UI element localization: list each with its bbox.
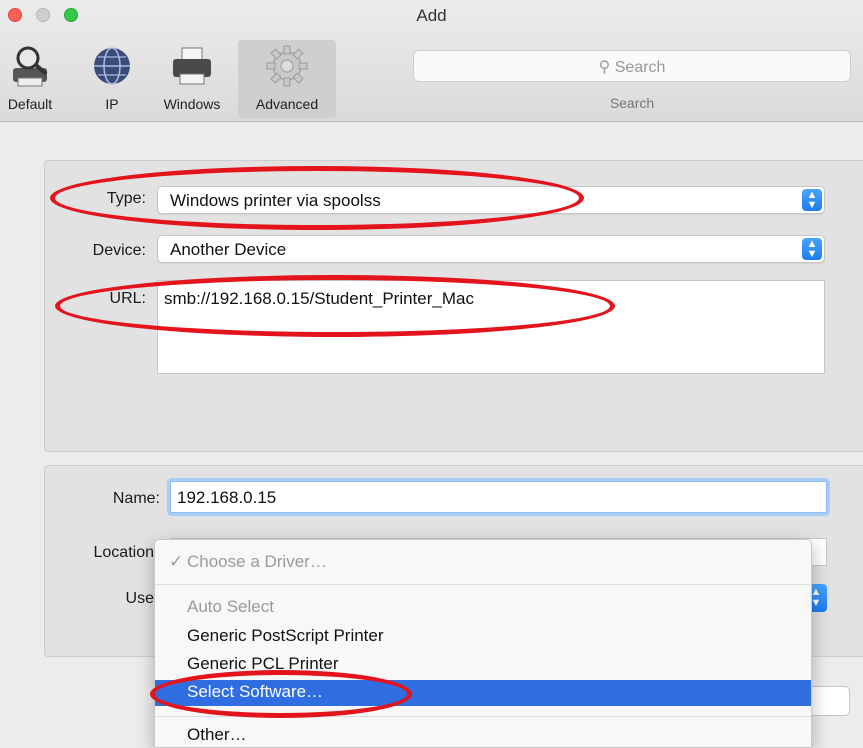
- toolbar-windows-label: Windows: [163, 96, 221, 112]
- toolbar-advanced-label: Advanced: [255, 96, 319, 112]
- window-title: Add: [416, 6, 447, 25]
- location-label: Location: [93, 544, 155, 561]
- menu-item-generic-postscript[interactable]: Generic PostScript Printer: [155, 624, 811, 648]
- url-value: smb://192.168.0.15/Student_Printer_Mac: [164, 289, 474, 308]
- menu-item-choose-driver: ✓ Choose a Driver…: [155, 550, 811, 574]
- search-field[interactable]: ⚲ Search: [413, 50, 851, 82]
- name-label: Name:: [112, 490, 160, 507]
- toolbar-default-label: Default: [7, 96, 53, 112]
- search-placeholder-text: Search: [614, 59, 666, 76]
- name-value: 192.168.0.15: [177, 488, 277, 507]
- device-label: Device:: [92, 242, 146, 259]
- url-label: URL:: [109, 290, 146, 307]
- type-popup-chevron-icon: ▲ ▼: [802, 189, 822, 211]
- url-field[interactable]: smb://192.168.0.15/Student_Printer_Mac: [157, 280, 825, 374]
- toolbar-advanced-button[interactable]: Advanced: [238, 40, 336, 118]
- magnifier-printer-icon: [13, 46, 48, 87]
- toolbar-default-button[interactable]: Default: [0, 40, 60, 118]
- menu-item-generic-pcl[interactable]: Generic PCL Printer: [155, 652, 811, 676]
- menu-item-auto-select: Auto Select: [187, 597, 274, 616]
- menu-item-other[interactable]: Other…: [155, 723, 811, 747]
- toolbar-windows-button[interactable]: Windows: [150, 40, 234, 118]
- menu-separator: [155, 584, 811, 585]
- search-icon: ⚲: [598, 59, 611, 76]
- use-label: Use: [125, 590, 154, 607]
- type-value: Windows printer via spoolss: [170, 191, 381, 210]
- name-input[interactable]: 192.168.0.15: [170, 481, 827, 513]
- gear-icon: [266, 45, 308, 87]
- driver-menu: ✓ Choose a Driver… Auto Select Generic P…: [154, 539, 812, 748]
- search-placeholder: ⚲ Search: [414, 57, 850, 77]
- checkmark-icon: ✓: [169, 552, 184, 571]
- device-popup[interactable]: Another Device ▲ ▼: [157, 235, 825, 263]
- device-value: Another Device: [170, 240, 287, 259]
- search-caption: Search: [609, 95, 655, 111]
- type-popup[interactable]: Windows printer via spoolss ▲ ▼: [157, 186, 825, 214]
- menu-separator: [155, 716, 811, 717]
- toolbar-ip-button[interactable]: IP: [90, 40, 134, 118]
- type-label: Type:: [106, 190, 146, 207]
- printer-icon: [173, 47, 211, 85]
- window-toolbar: Add Default IP Windows Advanced ⚲ Search…: [0, 0, 863, 122]
- globe-icon: [94, 47, 130, 85]
- device-popup-chevron-icon: ▲ ▼: [802, 238, 822, 260]
- menu-item-select-software[interactable]: Select Software…: [155, 680, 811, 706]
- toolbar-ip-label: IP: [105, 96, 119, 112]
- menu-item-choose-driver-label: Choose a Driver…: [187, 552, 327, 571]
